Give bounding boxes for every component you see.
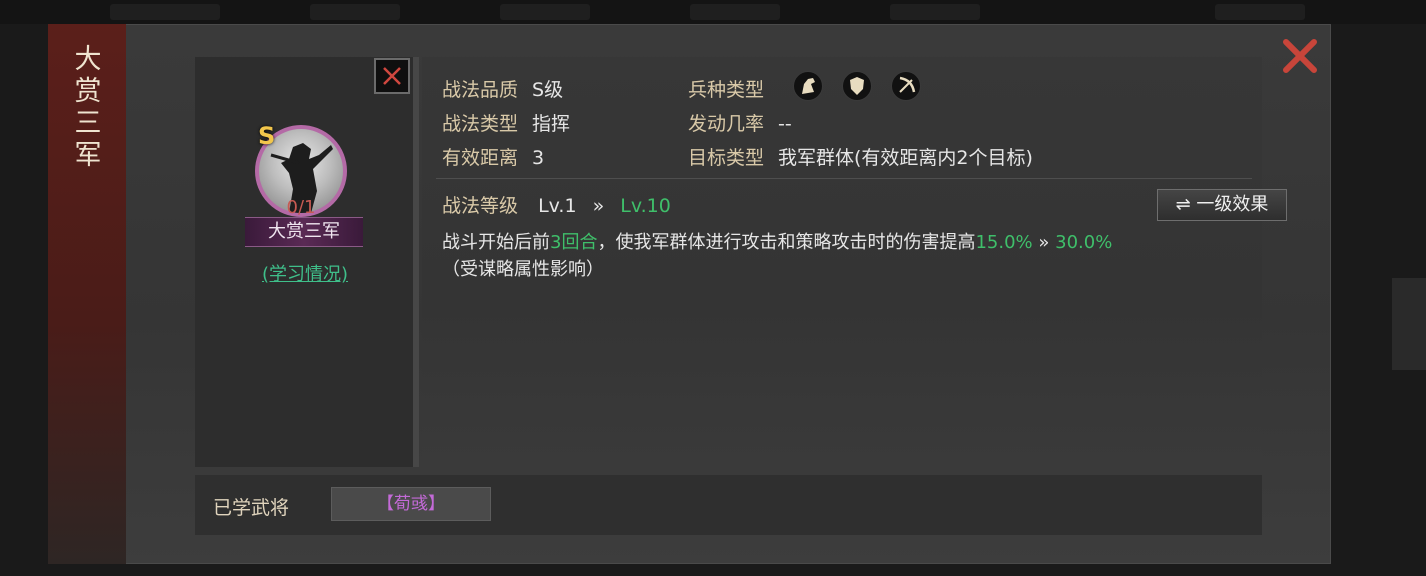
skill-level-row: 战法等级 Lv.1 » Lv.10 [442,195,671,217]
attr-quality: 战法品质 S级 [442,79,564,101]
level-arrow-icon: » [592,195,605,217]
grade-badge: S [258,122,276,150]
attr-target-type: 目标类型 我军群体(有效距离内2个目标) [688,147,1033,169]
banner-title: 大赏三军 [74,44,102,171]
attr-type: 战法类型 指挥 [442,113,571,135]
bow-icon [891,71,921,101]
shield-icon [842,71,872,101]
close-icon[interactable] [1280,36,1320,76]
attr-trigger-rate: 发动几率 -- [688,113,792,135]
cavalry-icon [793,71,823,101]
skill-portrait-panel: S 0/1 大赏三军 (学习情况) [195,57,419,467]
section-divider [436,178,1252,179]
level-from: Lv.1 [538,195,577,217]
skill-info-panel: 战法品质 S级 战法类型 指挥 有效距离 3 兵种类型 发动几率 -- 目标类型 我军群体… [422,57,1287,467]
skill-description: 战斗开始后前3回合，使我军群体进行攻击和策略攻击时的伤害提高15.0% » 30… [442,232,1113,280]
attr-troop-type: 兵种类型 [688,79,765,101]
level-to: Lv.10 [620,195,671,217]
learn-progress: 0/1 [286,197,316,218]
learned-generals-strip: 已学武将 【荀彧】 [195,475,1262,535]
general-chip[interactable]: 【荀彧】 [331,487,491,521]
attr-range: 有效距离 3 [442,147,545,169]
swap-icon: ⇌ [1175,194,1191,215]
title-banner: 大赏三军 [48,24,126,564]
learn-status-link[interactable]: (学习情况) [250,260,360,286]
side-tab[interactable] [1392,278,1426,370]
level-effect-toggle-button[interactable]: ⇌ 一级效果 [1157,189,1287,221]
remove-icon[interactable] [374,58,410,94]
top-nav-bar [0,0,1426,24]
skill-name-plate: 大赏三军 [245,217,363,247]
learned-label: 已学武将 [213,497,290,519]
skill-detail-modal: 大赏三军 S 0/1 大赏三军 (学习情况) 战法品质 S级 战法类型 指挥 有… [48,24,1331,564]
